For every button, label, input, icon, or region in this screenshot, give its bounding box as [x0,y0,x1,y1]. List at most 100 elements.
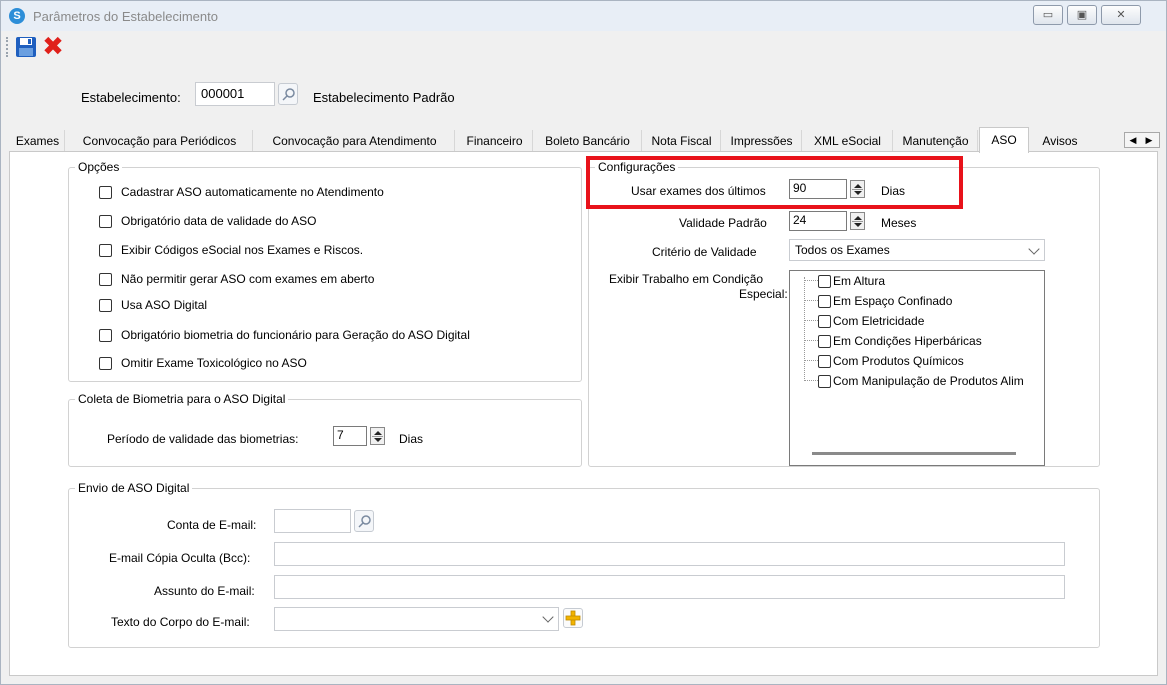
tab-boleto-bancario[interactable]: Boleto Bancário [534,130,642,152]
validade-padrao-unit: Meses [881,216,917,230]
checkbox[interactable] [818,315,831,328]
aso-tab-panel: Opções Cadastrar ASO automaticamente no … [9,151,1158,676]
checkbox[interactable] [818,335,831,348]
option-label: Obrigatório biometria do funcionário par… [121,328,470,342]
conta-email-input[interactable] [274,509,351,533]
checkbox[interactable] [99,273,112,286]
scroll-right-icon[interactable]: ▶ [1141,133,1157,147]
conta-email-lookup-button[interactable] [354,510,374,532]
tree-item-label: Em Altura [833,274,886,288]
checkbox[interactable] [99,215,112,228]
tree-item-manipulacao-alimentos[interactable]: Com Manipulação de Produtos Alim [804,374,1024,392]
envio-aso-group: Envio de ASO Digital Conta de E-mail: E-… [68,481,1100,648]
validade-padrao-input[interactable]: 24 [789,211,847,231]
tree-item-label: Com Produtos Químicos [833,354,964,368]
option-exibir-codigos-esocial[interactable]: Exibir Códigos eSocial nos Exames e Risc… [99,243,363,261]
option-label: Omitir Exame Toxicológico no ASO [121,356,307,370]
option-label: Obrigatório data de validade do ASO [121,214,317,228]
checkbox[interactable] [818,275,831,288]
checkbox[interactable] [818,355,831,368]
opcoes-group: Opções Cadastrar ASO automaticamente no … [68,160,582,382]
trabalho-especial-label-2: Especial: [739,287,788,301]
option-label: Não permitir gerar ASO com exames em abe… [121,272,375,286]
tree-item-label: Com Manipulação de Produtos Alim [833,374,1024,388]
option-usa-aso-digital[interactable]: Usa ASO Digital [99,298,207,316]
minimize-button[interactable]: ▭ [1033,5,1063,25]
toolbar: ✖ [1,31,1166,63]
criterio-validade-label: Critério de Validade [652,245,757,259]
option-cadastrar-aso[interactable]: Cadastrar ASO automaticamente no Atendim… [99,185,384,203]
toolbar-grip-icon [6,37,8,57]
criterio-validade-value: Todos os Exames [795,243,890,257]
horizontal-scrollbar[interactable] [812,452,1016,455]
option-nao-permitir-gerar[interactable]: Não permitir gerar ASO com exames em abe… [99,272,374,290]
estabelecimento-code-input[interactable]: 000001 [195,82,275,106]
bcc-input[interactable] [274,542,1065,566]
configuracoes-group: Configurações Usar exames dos últimos 90… [588,160,1100,467]
option-omitir-toxicologico[interactable]: Omitir Exame Toxicológico no ASO [99,356,307,374]
tab-convocacao-atendimento[interactable]: Convocação para Atendimento [255,130,455,152]
maximize-button[interactable]: ▣ [1067,5,1097,25]
option-obrigatorio-validade[interactable]: Obrigatório data de validade do ASO [99,214,316,232]
tree-item-label: Em Espaço Confinado [833,294,953,308]
option-obrigatorio-biometria[interactable]: Obrigatório biometria do funcionário par… [99,328,470,346]
tab-avisos[interactable]: Avisos [1031,130,1089,152]
parametros-window: S Parâmetros do Estabelecimento ▭ ▣ ✕ ✖ … [0,0,1167,685]
envio-legend: Envio de ASO Digital [75,481,193,495]
checkbox[interactable] [99,299,112,312]
checkbox[interactable] [818,375,831,388]
periodo-spinner[interactable] [370,427,385,445]
checkbox[interactable] [818,295,831,308]
chevron-down-icon [1028,243,1040,255]
validade-padrao-spinner[interactable] [850,212,865,230]
tab-xml-esocial[interactable]: XML eSocial [803,130,893,152]
add-corpo-email-button[interactable] [563,608,583,628]
option-label: Usa ASO Digital [121,298,208,312]
tab-manutencao[interactable]: Manutenção [894,130,978,152]
corpo-email-select[interactable] [274,607,559,631]
estabelecimento-lookup-button[interactable] [278,83,298,105]
save-button[interactable] [15,36,37,58]
assunto-input[interactable] [274,575,1065,599]
trabalho-especial-tree[interactable]: Em Altura Em Espaço Confinado Com Eletri… [789,270,1045,466]
scroll-left-icon[interactable]: ◀ [1125,133,1141,147]
tree-item-altura[interactable]: Em Altura [804,274,885,292]
title-bar: S Parâmetros do Estabelecimento ▭ ▣ ✕ [1,1,1166,31]
estabelecimento-name: Estabelecimento Padrão [313,90,455,105]
tab-exames[interactable]: Exames [11,130,65,152]
periodo-unit: Dias [399,432,424,446]
checkbox[interactable] [99,244,112,257]
validade-padrao-label: Validade Padrão [679,216,767,230]
tree-item-produtos-quimicos[interactable]: Com Produtos Químicos [804,354,964,372]
biometria-group: Coleta de Biometria para o ASO Digital P… [68,392,582,467]
search-icon [282,88,295,101]
floppy-disk-icon [16,37,36,57]
tab-convocacao-periodicos[interactable]: Convocação para Periódicos [67,130,253,152]
tab-financeiro[interactable]: Financeiro [457,130,533,152]
tree-item-label: Com Eletricidade [833,314,925,328]
tree-item-label: Em Condições Hiperbáricas [833,334,982,348]
app-icon: S [9,8,25,24]
tree-item-espaco-confinado[interactable]: Em Espaço Confinado [804,294,952,312]
biometria-legend: Coleta de Biometria para o ASO Digital [75,392,289,406]
tree-item-hiperbaricas[interactable]: Em Condições Hiperbáricas [804,334,982,352]
opcoes-legend: Opções [75,160,123,174]
criterio-validade-select[interactable]: Todos os Exames [789,239,1045,261]
checkbox[interactable] [99,329,112,342]
corpo-email-label: Texto do Corpo do E-mail: [111,615,250,629]
tab-aso[interactable]: ASO [979,127,1029,153]
tab-strip: Exames Convocação para Periódicos Convoc… [1,127,1167,153]
tab-nota-fiscal[interactable]: Nota Fiscal [643,130,721,152]
window-title: Parâmetros do Estabelecimento [33,9,218,24]
chevron-down-icon [542,611,554,623]
tree-item-eletricidade[interactable]: Com Eletricidade [804,314,924,332]
checkbox[interactable] [99,186,112,199]
close-window-button[interactable]: ✕ [1101,5,1141,25]
periodo-input[interactable]: 7 [333,426,367,446]
tab-scroll-buttons[interactable]: ◀ ▶ [1124,132,1160,148]
checkbox[interactable] [99,357,112,370]
estabelecimento-row: Estabelecimento: 000001 Estabelecimento … [1,63,1166,125]
trabalho-especial-label-1: Exibir Trabalho em Condição [609,272,764,286]
cancel-button[interactable]: ✖ [41,33,65,59]
tab-impressoes[interactable]: Impressões [722,130,802,152]
